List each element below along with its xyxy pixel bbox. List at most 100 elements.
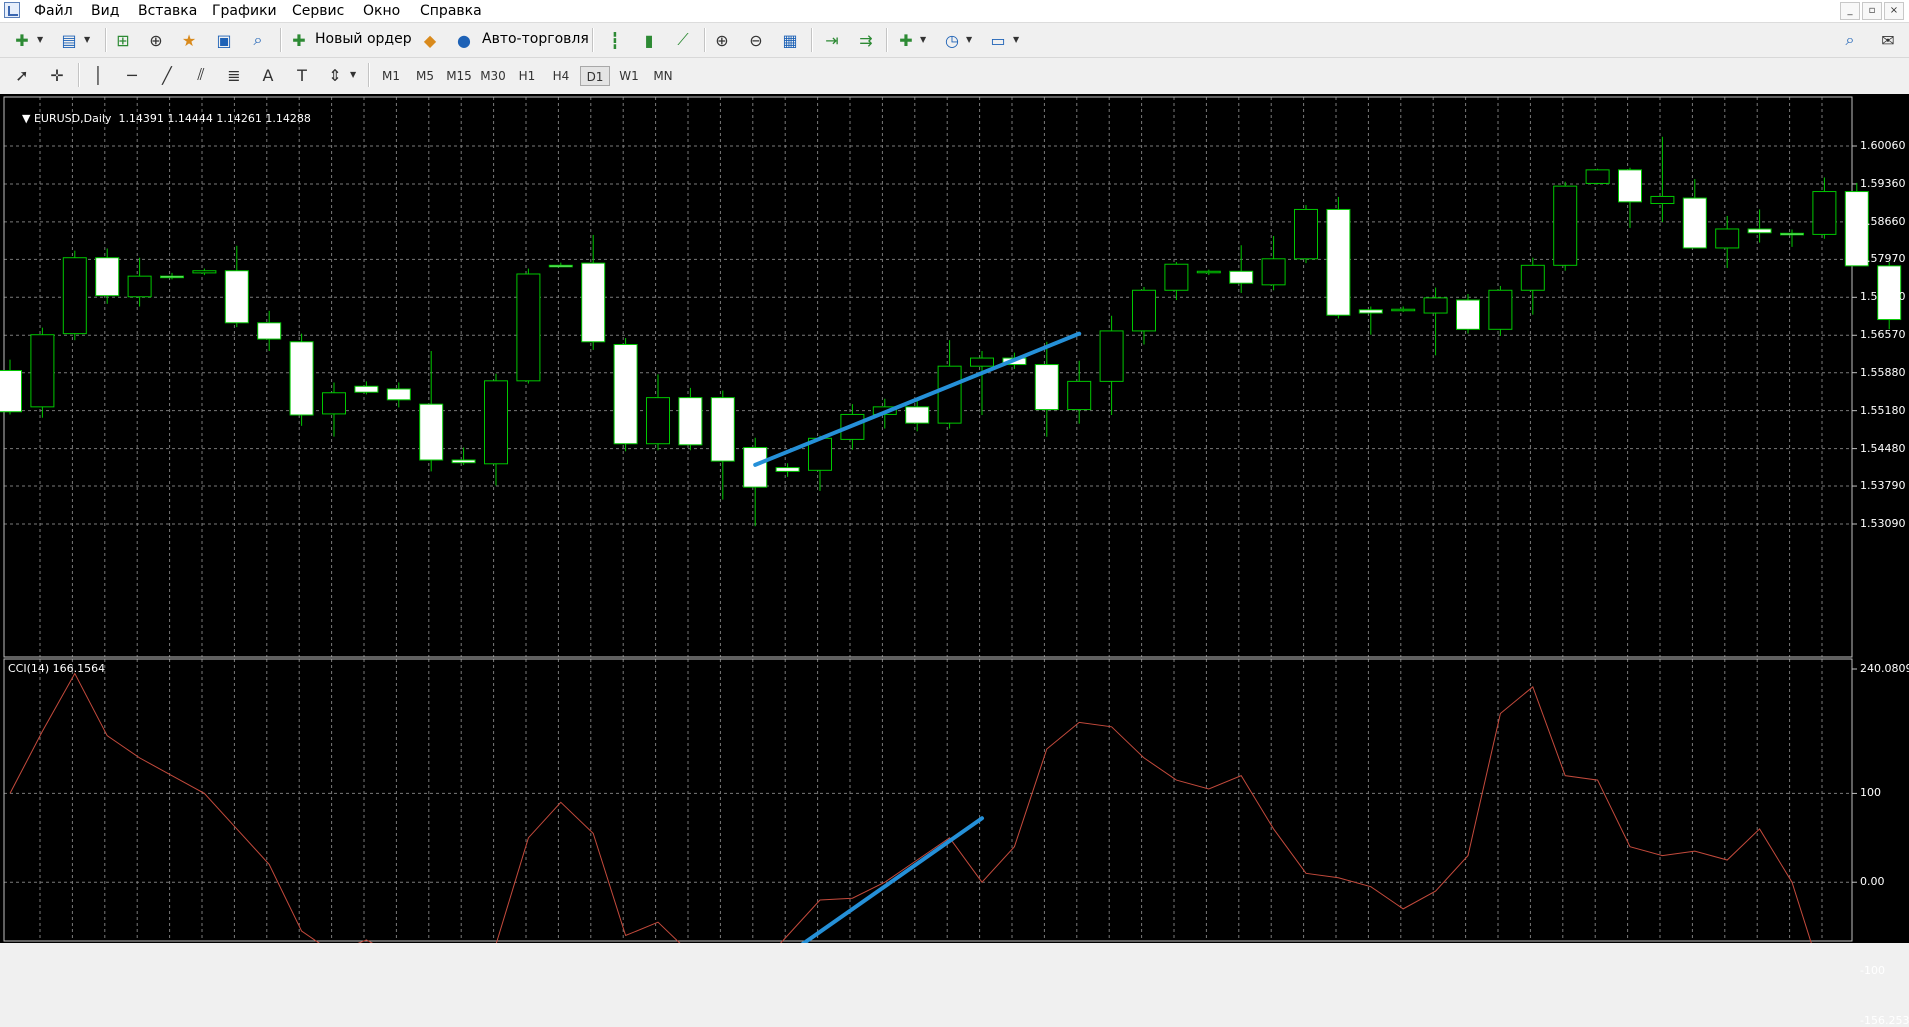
close-button[interactable]: ×	[1884, 2, 1904, 20]
candle-bear	[289, 341, 314, 416]
terminal-icon[interactable]: ▣	[212, 28, 236, 52]
restore-button[interactable]: ▫	[1862, 2, 1882, 20]
new-order-button[interactable]: Новый ордер	[315, 31, 412, 47]
data-window-icon[interactable]: ⊕	[144, 28, 168, 52]
menu-insert[interactable]: Вставка	[138, 3, 197, 19]
candle-bull	[127, 275, 152, 298]
trendline-icon[interactable]: ╱	[155, 63, 179, 87]
candle-bear	[743, 447, 768, 488]
new-chart-icon[interactable]: ✚	[10, 28, 34, 52]
candle-bear	[1358, 309, 1383, 314]
cci-level-label: -156.2533	[1860, 1014, 1909, 1027]
candle-bear	[354, 385, 379, 393]
text-icon[interactable]: A	[256, 63, 280, 87]
candle-bear	[905, 406, 930, 424]
timeframe-d1[interactable]: D1	[580, 66, 610, 86]
profiles-dropdown-icon[interactable]: ▼	[84, 35, 90, 44]
menu-window[interactable]: Окно	[363, 3, 400, 19]
candle-bull	[1294, 208, 1318, 260]
candle-bear	[613, 343, 638, 445]
horizontal-line-icon[interactable]: ─	[120, 63, 144, 87]
menu-help[interactable]: Справка	[420, 3, 482, 19]
candle-bull	[1650, 195, 1675, 204]
main-pane-border	[3, 96, 1853, 658]
strategy-tester-icon[interactable]: ⌕	[246, 28, 270, 52]
cursor-icon[interactable]: ➚	[10, 63, 34, 87]
timeframe-h4[interactable]: H4	[546, 66, 576, 86]
chart-info-header: ▼ EURUSD,Daily 1.14391 1.14444 1.14261 1…	[8, 99, 311, 138]
collapse-triangle-icon[interactable]: ▼	[22, 112, 30, 125]
candle-bear	[0, 370, 22, 413]
chart-canvas[interactable]	[0, 94, 1909, 1025]
candle-bull	[1099, 330, 1124, 382]
line-chart-icon[interactable]: ⟋	[671, 28, 695, 52]
crosshair-icon[interactable]: ✛	[45, 63, 69, 87]
market-watch-icon[interactable]: ⊞	[111, 28, 135, 52]
timeframe-m1[interactable]: M1	[376, 66, 406, 86]
indicators-dropdown-icon[interactable]: ▼	[920, 35, 926, 44]
menu-view[interactable]: Вид	[91, 3, 119, 19]
menu-charts[interactable]: Графики	[212, 3, 277, 19]
templates-icon[interactable]: ▭	[986, 28, 1010, 52]
search-icon[interactable]: ⌕	[1838, 28, 1862, 52]
candle-bull	[30, 334, 55, 408]
app-icon[interactable]	[4, 2, 20, 18]
price-label: 1.55180	[1860, 403, 1906, 417]
price-label: 1.53090	[1860, 517, 1906, 530]
bar-chart-icon[interactable]: ┇	[603, 28, 627, 52]
line-studies-toolbar: ➚ ✛ │ ─ ╱ ⫽ ≣ A T ⇕ ▼ M1 M5 M15 M30 H1 H…	[0, 58, 1909, 95]
profiles-icon[interactable]: ▤	[57, 28, 81, 52]
zoom-out-icon[interactable]: ⊖	[744, 28, 768, 52]
candle-bear	[160, 275, 184, 279]
candle-bear	[1682, 197, 1707, 249]
cci-level-label: 100	[1860, 786, 1881, 800]
candle-bear	[257, 322, 282, 340]
candlestick-chart-icon[interactable]: ▮	[637, 28, 661, 52]
chat-icon[interactable]: ✉	[1876, 28, 1900, 52]
cci-line	[9, 672, 1858, 1025]
timeframe-h1[interactable]: H1	[512, 66, 542, 86]
minimize-button[interactable]: _	[1840, 2, 1860, 20]
indicators-icon[interactable]: ✚	[894, 28, 918, 52]
cci-level-label: 0.00	[1860, 875, 1885, 889]
meta-editor-icon[interactable]: ◆	[418, 28, 442, 52]
menu-file[interactable]: Файл	[34, 3, 73, 19]
timeframe-w1[interactable]: W1	[614, 66, 644, 86]
chart-window[interactable]: ▼ EURUSD,Daily 1.14391 1.14444 1.14261 1…	[0, 94, 1909, 1027]
candle-bear	[1618, 169, 1642, 203]
timeframe-m30[interactable]: M30	[478, 66, 508, 86]
text-label-icon[interactable]: T	[290, 63, 314, 87]
arrows-icon[interactable]: ⇕	[323, 63, 347, 87]
periods-clock-icon[interactable]: ◷	[940, 28, 964, 52]
arrows-dropdown-icon[interactable]: ▼	[350, 70, 356, 79]
equidistant-channel-icon[interactable]: ⫽	[189, 63, 213, 87]
candle-bull	[646, 397, 670, 445]
auto-scroll-icon[interactable]: ⇉	[854, 28, 878, 52]
candle-bear	[451, 459, 476, 464]
zoom-in-icon[interactable]: ⊕	[710, 28, 734, 52]
toolbar-separator	[368, 63, 370, 87]
candle-bear	[775, 467, 800, 472]
timeframe-m15[interactable]: M15	[444, 66, 474, 86]
new-order-icon[interactable]: ✚	[287, 28, 311, 52]
timeframe-mn[interactable]: MN	[648, 66, 678, 86]
menu-tools[interactable]: Сервис	[292, 3, 344, 19]
auto-trading-button[interactable]: Авто-торговля	[482, 31, 589, 47]
candle-bear	[1229, 270, 1254, 284]
chart-shift-icon[interactable]: ⇥	[820, 28, 844, 52]
templates-dropdown-icon[interactable]: ▼	[1013, 35, 1019, 44]
menu-bar: Файл Вид Вставка Графики Сервис Окно Спр…	[0, 0, 1909, 23]
candle-bull	[1164, 263, 1189, 291]
candle-bull	[484, 380, 508, 465]
vertical-line-icon[interactable]: │	[86, 63, 110, 87]
candle-bull	[1520, 264, 1545, 291]
candle-bull	[322, 392, 346, 415]
candle-bull	[1812, 191, 1837, 235]
new-chart-dropdown-icon[interactable]: ▼	[37, 35, 43, 44]
timeframe-m5[interactable]: M5	[410, 66, 440, 86]
auto-trading-icon[interactable]: ●	[452, 28, 476, 52]
fibonacci-icon[interactable]: ≣	[222, 63, 246, 87]
tile-windows-icon[interactable]: ▦	[778, 28, 802, 52]
navigator-icon[interactable]: ★	[177, 28, 201, 52]
periods-dropdown-icon[interactable]: ▼	[966, 35, 972, 44]
